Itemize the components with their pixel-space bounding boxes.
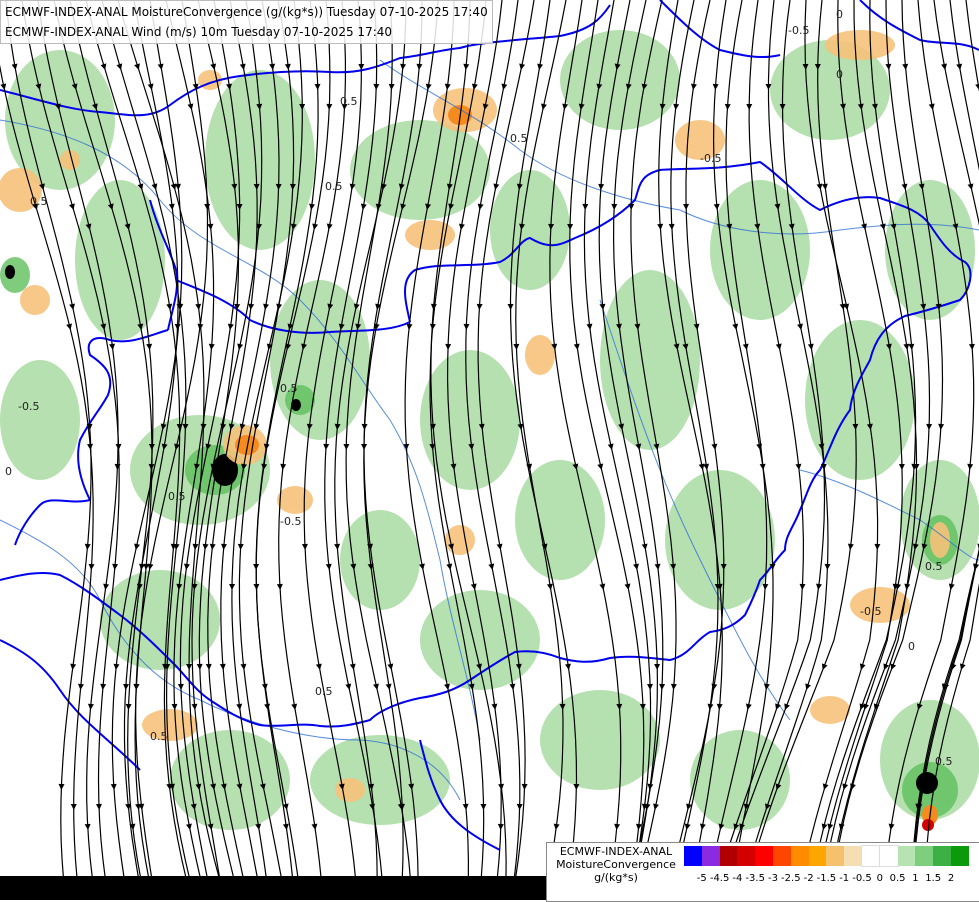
legend-tick-label: -3 bbox=[768, 873, 778, 884]
color-legend: ECMWF-INDEX-ANAL MoistureConvergence g/(… bbox=[546, 842, 979, 902]
legend-swatch bbox=[898, 846, 916, 866]
contour-label: 0.5 bbox=[315, 685, 333, 698]
legend-tick-label: 1.5 bbox=[925, 873, 941, 884]
contour-label: -0.5 bbox=[700, 152, 721, 165]
legend-swatch bbox=[773, 846, 791, 866]
contour-label: 0 bbox=[5, 465, 12, 478]
legend-tick-label: 0 bbox=[877, 873, 883, 884]
contour-label: 0 bbox=[836, 8, 843, 21]
contour-label: 0.5 bbox=[340, 95, 358, 108]
moisture-convergence-title: ECMWF-INDEX-ANAL MoistureConvergence (g/… bbox=[5, 2, 488, 22]
weather-map: -0.5 0.5 0 -0.5 0.5 0.5 -0.5 0.5 0 0.5 -… bbox=[0, 0, 979, 900]
legend-swatch bbox=[826, 846, 844, 866]
legend-tick-label: -4 bbox=[732, 873, 742, 884]
legend-tick-label: 2 bbox=[948, 873, 954, 884]
legend-tick-label: -0.5 bbox=[852, 873, 872, 884]
legend-tick-label: -1.5 bbox=[817, 873, 837, 884]
bottom-bar bbox=[0, 876, 546, 900]
legend-tick-label: 0.5 bbox=[890, 873, 906, 884]
contour-label: -0.5 bbox=[280, 515, 301, 528]
legend-swatch bbox=[809, 846, 827, 866]
legend-swatch bbox=[702, 846, 720, 866]
legend-swatch bbox=[791, 846, 809, 866]
contour-label: -0.5 bbox=[18, 400, 39, 413]
legend-swatch bbox=[844, 846, 862, 866]
legend-swatch bbox=[951, 846, 969, 866]
contour-label: 0 bbox=[908, 640, 915, 653]
legend-swatch bbox=[755, 846, 773, 866]
legend-tick-label: -2 bbox=[804, 873, 814, 884]
contour-label: 0.5 bbox=[168, 490, 186, 503]
contour-label: -0.5 bbox=[788, 24, 809, 37]
map-title-box: ECMWF-INDEX-ANAL MoistureConvergence (g/… bbox=[0, 0, 493, 44]
legend-tick-label: -4.5 bbox=[710, 873, 730, 884]
contour-label: -0.5 bbox=[860, 605, 881, 618]
legend-swatch bbox=[915, 846, 933, 866]
legend-swatch bbox=[684, 846, 702, 866]
legend-model: ECMWF-INDEX-ANAL bbox=[551, 845, 681, 858]
legend-swatch bbox=[933, 846, 951, 866]
wind-title: ECMWF-INDEX-ANAL Wind (m/s) 10m Tuesday … bbox=[5, 22, 488, 42]
contour-label: 0.5 bbox=[510, 132, 528, 145]
contour-label: 0.5 bbox=[935, 755, 953, 768]
legend-variable: MoistureConvergence bbox=[551, 858, 681, 871]
legend-tick-label: 1 bbox=[912, 873, 918, 884]
contour-label: 0.5 bbox=[325, 180, 343, 193]
contour-label: 0.5 bbox=[280, 382, 298, 395]
legend-swatch bbox=[720, 846, 738, 866]
contour-label: 0 bbox=[836, 68, 843, 81]
legend-title: ECMWF-INDEX-ANAL MoistureConvergence g/(… bbox=[551, 845, 681, 884]
legend-swatch bbox=[880, 846, 898, 866]
legend-swatch bbox=[862, 846, 880, 866]
legend-unit: g/(kg*s) bbox=[551, 871, 681, 884]
contour-label: 0.5 bbox=[30, 195, 48, 208]
contour-label: 0.5 bbox=[925, 560, 943, 573]
legend-tick-label: -3.5 bbox=[745, 873, 765, 884]
legend-tick-label: -5 bbox=[697, 873, 707, 884]
legend-swatch bbox=[737, 846, 755, 866]
legend-tick-label: -2.5 bbox=[781, 873, 801, 884]
legend-tick-label: -1 bbox=[839, 873, 849, 884]
contour-label: 0.5 bbox=[150, 730, 168, 743]
